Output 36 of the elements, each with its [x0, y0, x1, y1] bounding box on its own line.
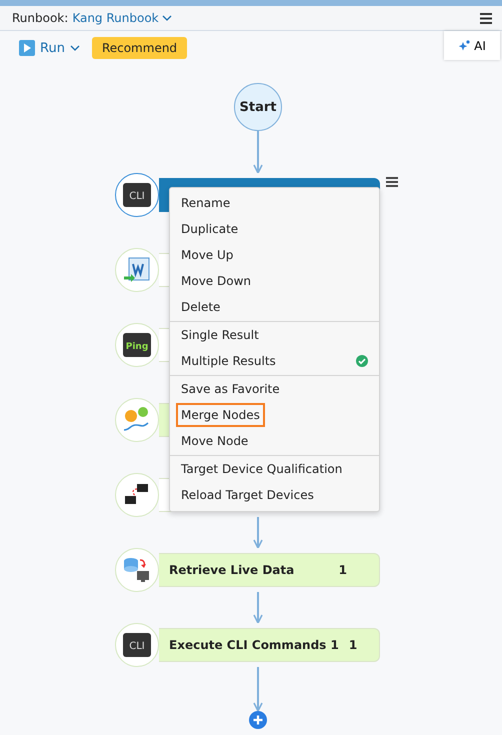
menu-item[interactable]: Move Node [170, 428, 379, 454]
cli-icon: CLI [123, 183, 151, 207]
menu-item[interactable]: Target Device Qualification [170, 456, 379, 482]
ping-icon: Ping [123, 333, 151, 357]
menu-item[interactable]: Save as Favorite [170, 376, 379, 402]
recommend-button[interactable]: Recommend [92, 37, 188, 59]
chevron-down-icon [70, 44, 80, 52]
node-bar[interactable]: Execute CLI Commands 1 1 [159, 628, 380, 662]
menu-icon[interactable] [480, 12, 492, 24]
connector-arrow [253, 131, 263, 173]
runbook-selector[interactable]: Kang Runbook [72, 11, 172, 25]
ai-button[interactable]: AI [444, 31, 500, 60]
database-monitor-icon [123, 556, 151, 584]
start-node: Start [234, 83, 282, 131]
menu-item[interactable]: Delete [170, 294, 379, 320]
menu-item[interactable]: Multiple Results [170, 348, 379, 374]
runbook-label: Runbook: [12, 11, 68, 25]
menu-item[interactable]: Move Down [170, 268, 379, 294]
menu-item[interactable]: Merge Nodes [170, 402, 379, 428]
play-icon [19, 40, 35, 56]
connector-arrow [253, 592, 263, 623]
cli-icon: CLI [123, 633, 151, 657]
sparkle-icon [458, 40, 470, 52]
menu-item[interactable]: Duplicate [170, 216, 379, 242]
menu-item[interactable]: Rename [170, 190, 379, 216]
node-bar[interactable]: Retrieve Live Data 1 [159, 553, 380, 587]
menu-item[interactable]: Move Up [170, 242, 379, 268]
chevron-down-icon [162, 14, 172, 22]
add-icon[interactable] [249, 711, 267, 729]
menu-item[interactable]: Reload Target Devices [170, 482, 379, 508]
menu-item[interactable]: Single Result [170, 322, 379, 348]
connector-arrow [253, 517, 263, 548]
menu-icon[interactable] [386, 177, 398, 187]
document-arrow-icon [123, 256, 151, 284]
connector-arrow [253, 667, 263, 711]
run-button[interactable]: Run [19, 40, 80, 56]
